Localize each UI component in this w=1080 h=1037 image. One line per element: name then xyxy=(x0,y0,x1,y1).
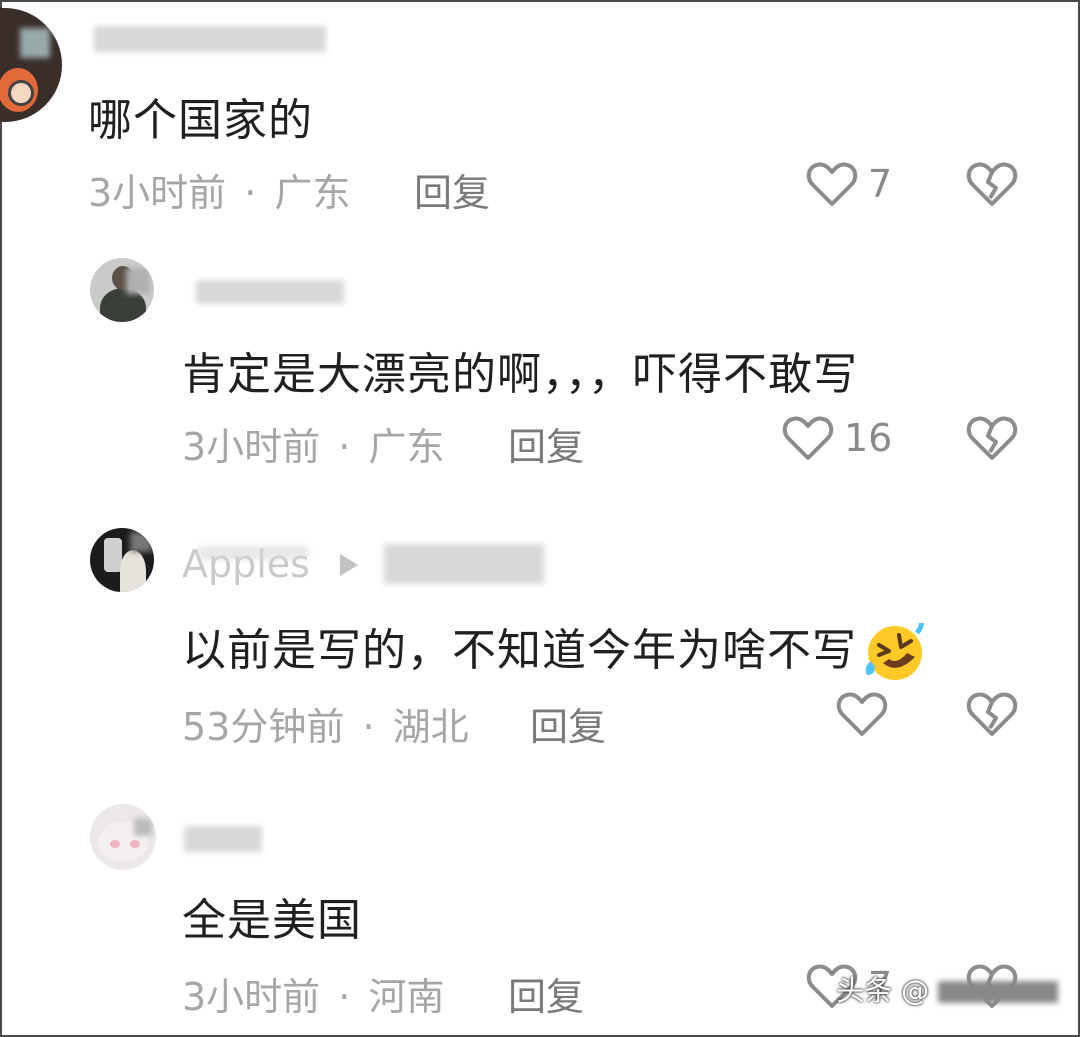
like-button[interactable]: 16 xyxy=(782,414,892,462)
dislike-button[interactable] xyxy=(966,160,1018,212)
comment-time: 3小时前 xyxy=(182,975,321,1019)
like-button[interactable] xyxy=(836,690,898,738)
comment-meta: 3小时前 · 广东 xyxy=(88,162,350,217)
comment-meta: 53分钟前 · 湖北 xyxy=(182,696,469,751)
comment-meta: 3小时前 · 河南 xyxy=(182,966,444,1021)
comment-location: 广东 xyxy=(368,425,445,469)
avatar[interactable] xyxy=(0,8,62,122)
comment-2: 肯定是大漂亮的啊，，，吓得不敢写 3小时前 · 广东 回复 16 xyxy=(0,240,1080,490)
comment-meta: 3小时前 · 广东 xyxy=(182,416,444,471)
heart-outline-icon xyxy=(806,162,858,206)
heart-outline-icon xyxy=(782,416,834,460)
watermark-text: 头条 @ xyxy=(836,974,930,1007)
like-count: 16 xyxy=(844,416,893,460)
reply-button[interactable]: 回复 xyxy=(508,966,584,1021)
comment-time: 3小时前 xyxy=(182,425,321,469)
play-triangle-icon xyxy=(340,554,358,576)
reply-button[interactable]: 回复 xyxy=(414,162,490,217)
username-redacted xyxy=(184,826,262,852)
avatar[interactable] xyxy=(90,528,154,592)
reply-button[interactable]: 回复 xyxy=(508,416,584,471)
comment-location: 湖北 xyxy=(392,705,469,749)
meta-separator: · xyxy=(338,975,351,1019)
broken-heart-icon xyxy=(966,416,1018,460)
broken-heart-icon xyxy=(966,162,1018,206)
meta-separator: · xyxy=(338,425,351,469)
like-button[interactable]: 7 xyxy=(806,160,892,208)
comment-text: 哪个国家的 xyxy=(88,95,313,146)
comment-location: 河南 xyxy=(368,975,445,1019)
comment-text: 肯定是大漂亮的啊，，，吓得不敢写 xyxy=(182,349,858,400)
comment-text-content: 以前是写的，不知道今年为啥不写 xyxy=(182,625,857,676)
heart-outline-icon xyxy=(836,692,888,736)
comment-3: Apples 以前是写的，不知道今年为啥不写 53分钟前 · 湖北 回复 xyxy=(0,510,1080,770)
dislike-button[interactable] xyxy=(966,690,1018,742)
username-redacted xyxy=(196,280,344,304)
comment-time: 53分钟前 xyxy=(182,705,345,749)
reply-button[interactable]: 回复 xyxy=(530,696,606,751)
comment-1: 哪个国家的 3小时前 · 广东 回复 7 xyxy=(0,0,1080,230)
comment-location: 广东 xyxy=(274,171,351,215)
reply-target-redacted xyxy=(384,544,544,584)
comment-text: 全是美国 xyxy=(182,895,362,946)
username-redacted xyxy=(198,546,308,560)
username-redacted xyxy=(94,26,326,52)
avatar[interactable] xyxy=(90,258,154,322)
like-count: 7 xyxy=(868,162,893,206)
meta-separator: · xyxy=(244,171,257,215)
broken-heart-icon xyxy=(966,692,1018,736)
avatar[interactable] xyxy=(90,804,156,870)
comment-text: 以前是写的，不知道今年为啥不写 xyxy=(182,614,925,683)
watermark: 头条 @ xyxy=(836,969,1058,1009)
watermark-redacted xyxy=(938,981,1058,1003)
meta-separator: · xyxy=(362,705,375,749)
dislike-button[interactable] xyxy=(966,414,1018,466)
rolling-on-floor-laughing-emoji xyxy=(865,623,924,680)
comment-time: 3小时前 xyxy=(88,171,227,215)
